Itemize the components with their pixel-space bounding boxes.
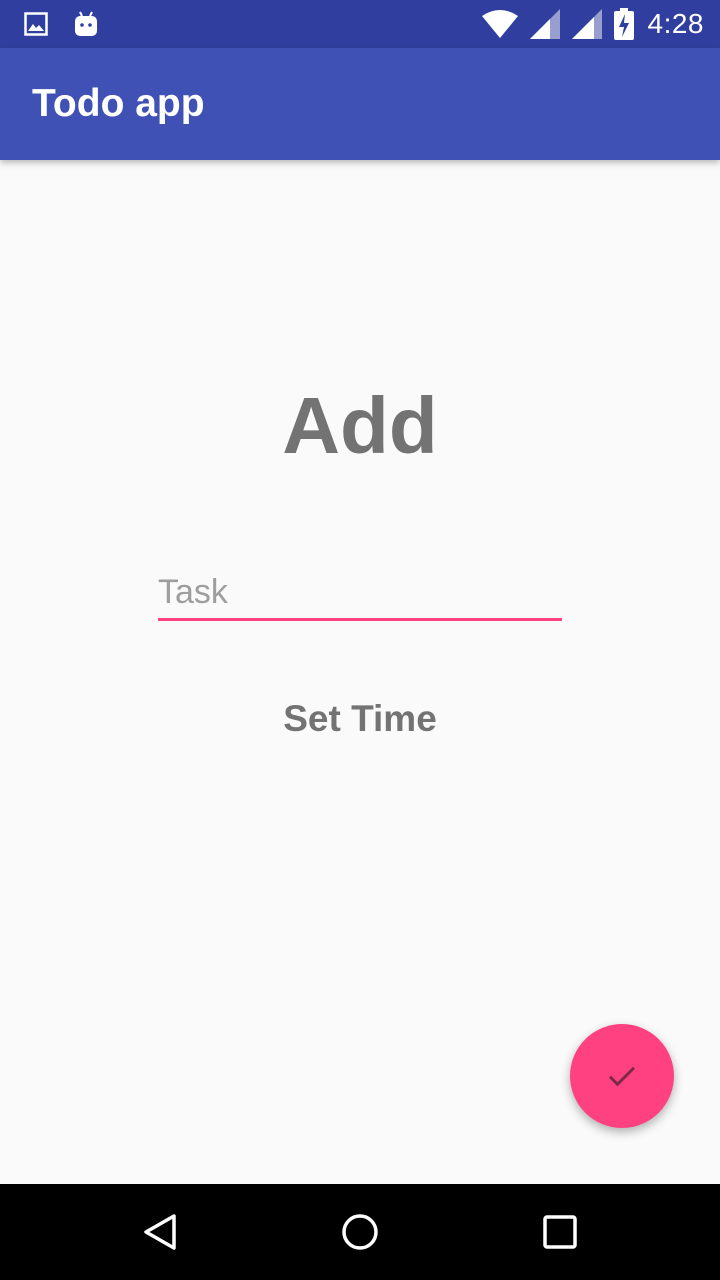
page-heading: Add — [282, 381, 438, 470]
task-field[interactable] — [158, 566, 562, 622]
set-time-button[interactable]: Set Time — [0, 698, 720, 740]
recents-button[interactable] — [536, 1208, 584, 1256]
screen: 4:28 Todo app Add Set Time — [0, 0, 720, 1280]
home-button[interactable] — [336, 1208, 384, 1256]
image-notification-icon — [24, 12, 48, 36]
app-title: Todo app — [32, 82, 205, 125]
app-bar: Todo app — [0, 48, 720, 160]
confirm-fab[interactable] — [570, 1024, 674, 1128]
back-button[interactable] — [136, 1208, 184, 1256]
status-clock: 4:28 — [647, 8, 704, 39]
check-icon — [608, 1066, 636, 1087]
back-icon — [144, 1214, 176, 1250]
task-input-underline — [158, 618, 562, 621]
recents-icon — [543, 1215, 577, 1249]
task-input[interactable] — [158, 566, 562, 618]
signal-icon — [571, 9, 602, 39]
android-notification-icon — [75, 11, 97, 36]
notification-icons — [24, 10, 124, 38]
home-icon — [342, 1214, 378, 1250]
wifi-icon — [481, 10, 518, 38]
battery-charging-icon — [613, 8, 634, 40]
status-bar: 4:28 — [0, 0, 720, 48]
signal-icon — [529, 9, 560, 39]
navigation-bar — [0, 1184, 720, 1280]
system-indicators: 4:28 — [481, 6, 705, 42]
